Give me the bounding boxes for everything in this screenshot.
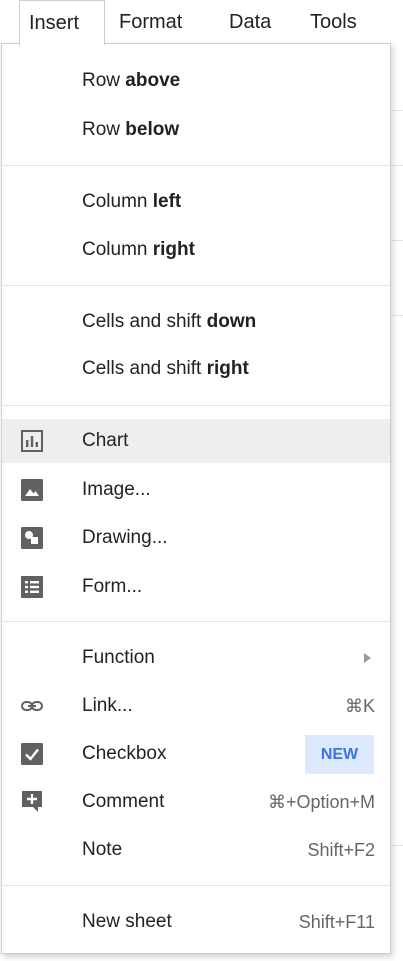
menu-separator — [2, 285, 390, 286]
menu-item-label: Function — [82, 647, 155, 668]
menu-bar: Insert Format Data Tools — [0, 0, 403, 45]
sheet-gridline — [392, 240, 403, 241]
menu-item-label: Cells and shift down — [82, 311, 257, 332]
menu-item-chart[interactable]: Chart — [2, 419, 390, 463]
menu-item-label: Cells and shift right — [82, 358, 249, 379]
menu-item-label: New sheet — [82, 911, 172, 932]
sheet-gridline — [392, 315, 403, 316]
menu-item-label: Checkbox — [82, 743, 167, 764]
link-icon — [21, 695, 43, 717]
shortcut-hint: Shift+F2 — [307, 840, 375, 860]
menu-format[interactable]: Format — [119, 0, 182, 44]
sheet-gridline — [392, 110, 403, 111]
menu-item-row-above[interactable]: Row above — [2, 59, 390, 103]
menu-separator — [2, 165, 390, 166]
menu-item-label: Comment — [82, 791, 165, 812]
menu-item-image[interactable]: Image... — [2, 468, 390, 512]
insert-menu-dropdown: Row above Row below Column left Column r… — [1, 43, 391, 954]
menu-item-column-left[interactable]: Column left — [2, 180, 390, 224]
menu-item-form[interactable]: Form... — [2, 565, 390, 609]
menu-item-new-sheet[interactable]: New sheet Shift+F11 — [2, 900, 390, 944]
menu-item-checkbox[interactable]: Checkbox NEW — [2, 732, 390, 776]
menu-separator — [2, 621, 390, 622]
submenu-arrow-icon — [364, 653, 371, 663]
drawing-icon — [21, 527, 43, 549]
menu-item-label: Note — [82, 839, 123, 860]
menu-insert[interactable]: Insert — [19, 0, 105, 45]
menu-item-label: Image... — [82, 479, 151, 500]
menu-item-label: Row below — [82, 119, 180, 140]
menu-item-row-below[interactable]: Row below — [2, 108, 390, 152]
menu-separator — [2, 405, 390, 406]
menu-item-label: Column left — [82, 191, 182, 212]
shortcut-hint: Shift+F11 — [298, 912, 375, 932]
comment-icon — [21, 790, 43, 812]
menu-item-label: Drawing... — [82, 527, 168, 548]
sheet-gridline — [392, 165, 403, 166]
sheet-gridline — [392, 845, 403, 846]
menu-item-comment[interactable]: Comment ⌘+Option+M — [2, 780, 390, 824]
menu-item-label: Link... — [82, 695, 133, 716]
shortcut-hint: ⌘K — [344, 696, 375, 716]
menu-item-label: Column right — [82, 239, 195, 260]
menu-separator — [2, 885, 390, 886]
menu-tools[interactable]: Tools — [310, 0, 357, 44]
menu-item-label: Row above — [82, 70, 181, 91]
menu-item-cells-shift-down[interactable]: Cells and shift down — [2, 300, 390, 344]
menu-item-label: Form... — [82, 576, 143, 597]
menu-item-drawing[interactable]: Drawing... — [2, 516, 390, 560]
menu-item-label: Chart — [82, 430, 129, 451]
form-icon — [21, 576, 43, 598]
checkbox-icon — [21, 743, 43, 765]
menu-item-link[interactable]: Link... ⌘K — [2, 684, 390, 728]
menu-item-cells-shift-right[interactable]: Cells and shift right — [2, 347, 390, 391]
menu-item-column-right[interactable]: Column right — [2, 228, 390, 272]
menu-data[interactable]: Data — [229, 0, 271, 44]
shortcut-hint: ⌘+Option+M — [267, 792, 375, 812]
menu-item-note[interactable]: Note Shift+F2 — [2, 828, 390, 872]
new-badge: NEW — [305, 735, 374, 774]
image-icon — [21, 479, 43, 501]
chart-icon — [21, 430, 43, 452]
menu-item-function[interactable]: Function — [2, 636, 390, 680]
